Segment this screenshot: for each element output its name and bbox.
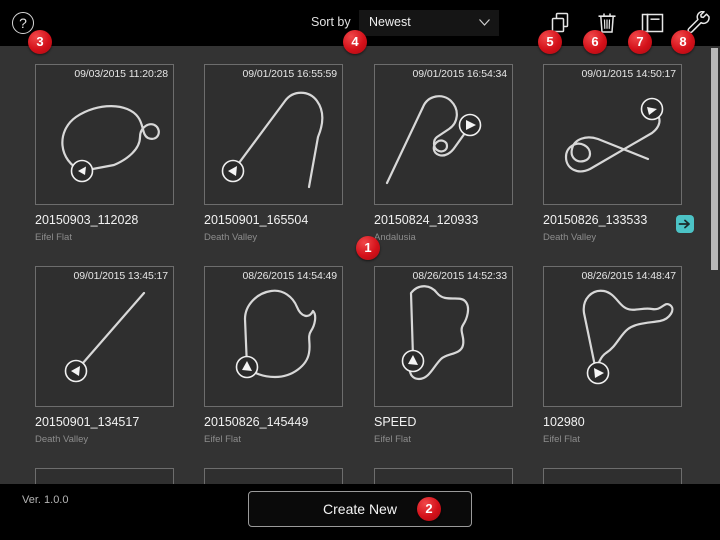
session-title: SPEED <box>374 415 515 429</box>
arrow-right-icon <box>676 215 694 233</box>
session-thumbnail[interactable]: 08/26/2015 14:52:33 <box>374 266 513 407</box>
track-map-icon <box>205 65 343 205</box>
session-thumbnail[interactable] <box>374 468 513 484</box>
session-track-name: Death Valley <box>204 232 345 243</box>
session-card[interactable]: 09/01/2015 16:54:34 20150824_120933 Anda… <box>374 64 515 243</box>
scrollbar-thumb[interactable] <box>711 48 718 270</box>
session-title: 102980 <box>543 415 684 429</box>
session-thumbnail[interactable]: 09/01/2015 16:55:59 <box>204 64 343 205</box>
session-card[interactable]: 09/01/2015 14:50:17 20150826_133533 Deat… <box>543 64 684 243</box>
track-map-icon <box>375 267 513 407</box>
session-track-name: Eifel Flat <box>35 232 176 243</box>
track-map-icon <box>375 65 513 205</box>
session-card[interactable]: 08/26/2015 14:48:47 102980 Eifel Flat <box>543 266 684 445</box>
annotation-badge-1: 1 <box>356 236 380 260</box>
annotation-badge-2: 2 <box>417 497 441 521</box>
session-card[interactable]: 08/26/2015 14:54:49 20150826_145449 Eife… <box>204 266 345 445</box>
session-card[interactable]: 09/03/2015 11:20:28 20150903_112028 Eife… <box>35 64 176 243</box>
track-map-icon <box>205 267 343 407</box>
session-title: 20150826_145449 <box>204 415 345 429</box>
annotation-badge-8: 8 <box>671 30 695 54</box>
session-thumbnail[interactable] <box>543 468 682 484</box>
session-track-name: Eifel Flat <box>374 434 515 445</box>
session-track-name: Eifel Flat <box>543 434 684 445</box>
sort-by-value: Newest <box>369 15 411 29</box>
session-title: 20150824_120933 <box>374 213 515 227</box>
session-track-name: Andalusia <box>374 232 515 243</box>
session-title: 20150903_112028 <box>35 213 176 227</box>
annotation-badge-3: 3 <box>28 30 52 54</box>
track-map-icon <box>36 65 174 205</box>
chevron-down-icon <box>479 19 490 26</box>
session-card[interactable]: 09/01/2015 16:55:59 20150901_165504 Deat… <box>204 64 345 243</box>
session-track-name: Death Valley <box>543 232 684 243</box>
session-title: 20150826_133533 <box>543 213 684 227</box>
session-thumbnail[interactable]: 08/26/2015 14:48:47 <box>543 266 682 407</box>
session-thumbnail[interactable]: 09/01/2015 14:50:17 <box>543 64 682 205</box>
session-title: 20150901_165504 <box>204 213 345 227</box>
sort-by-select[interactable]: Newest <box>359 10 499 36</box>
session-title: 20150901_134517 <box>35 415 176 429</box>
session-card[interactable] <box>35 468 176 484</box>
session-card[interactable]: 09/01/2015 13:45:17 20150901_134517 Deat… <box>35 266 176 445</box>
annotation-badge-6: 6 <box>583 30 607 54</box>
session-thumbnail[interactable]: 08/26/2015 14:54:49 <box>204 266 343 407</box>
track-map-icon <box>544 267 682 407</box>
session-track-name: Eifel Flat <box>204 434 345 445</box>
session-grid: 09/03/2015 11:20:28 20150903_112028 Eife… <box>0 46 720 484</box>
session-card[interactable] <box>204 468 345 484</box>
session-thumbnail[interactable]: 09/01/2015 16:54:34 <box>374 64 513 205</box>
sort-by-label: Sort by <box>311 15 351 29</box>
session-thumbnail[interactable]: 09/01/2015 13:45:17 <box>35 266 174 407</box>
version-label: Ver. 1.0.0 <box>22 494 68 506</box>
session-track-name: Death Valley <box>35 434 176 445</box>
annotation-badge-7: 7 <box>628 30 652 54</box>
annotation-badge-4: 4 <box>343 30 367 54</box>
session-card[interactable]: 08/26/2015 14:52:33 SPEED Eifel Flat <box>374 266 515 445</box>
help-icon[interactable]: ? <box>12 12 34 34</box>
session-thumbnail[interactable] <box>204 468 343 484</box>
session-thumbnail[interactable] <box>35 468 174 484</box>
annotation-badge-5: 5 <box>538 30 562 54</box>
export-badge[interactable] <box>676 215 694 233</box>
track-map-icon <box>544 65 682 205</box>
help-icon-glyph: ? <box>19 15 27 31</box>
session-card[interactable] <box>374 468 515 484</box>
session-thumbnail[interactable]: 09/03/2015 11:20:28 <box>35 64 174 205</box>
session-card[interactable] <box>543 468 684 484</box>
track-map-icon <box>36 267 174 407</box>
